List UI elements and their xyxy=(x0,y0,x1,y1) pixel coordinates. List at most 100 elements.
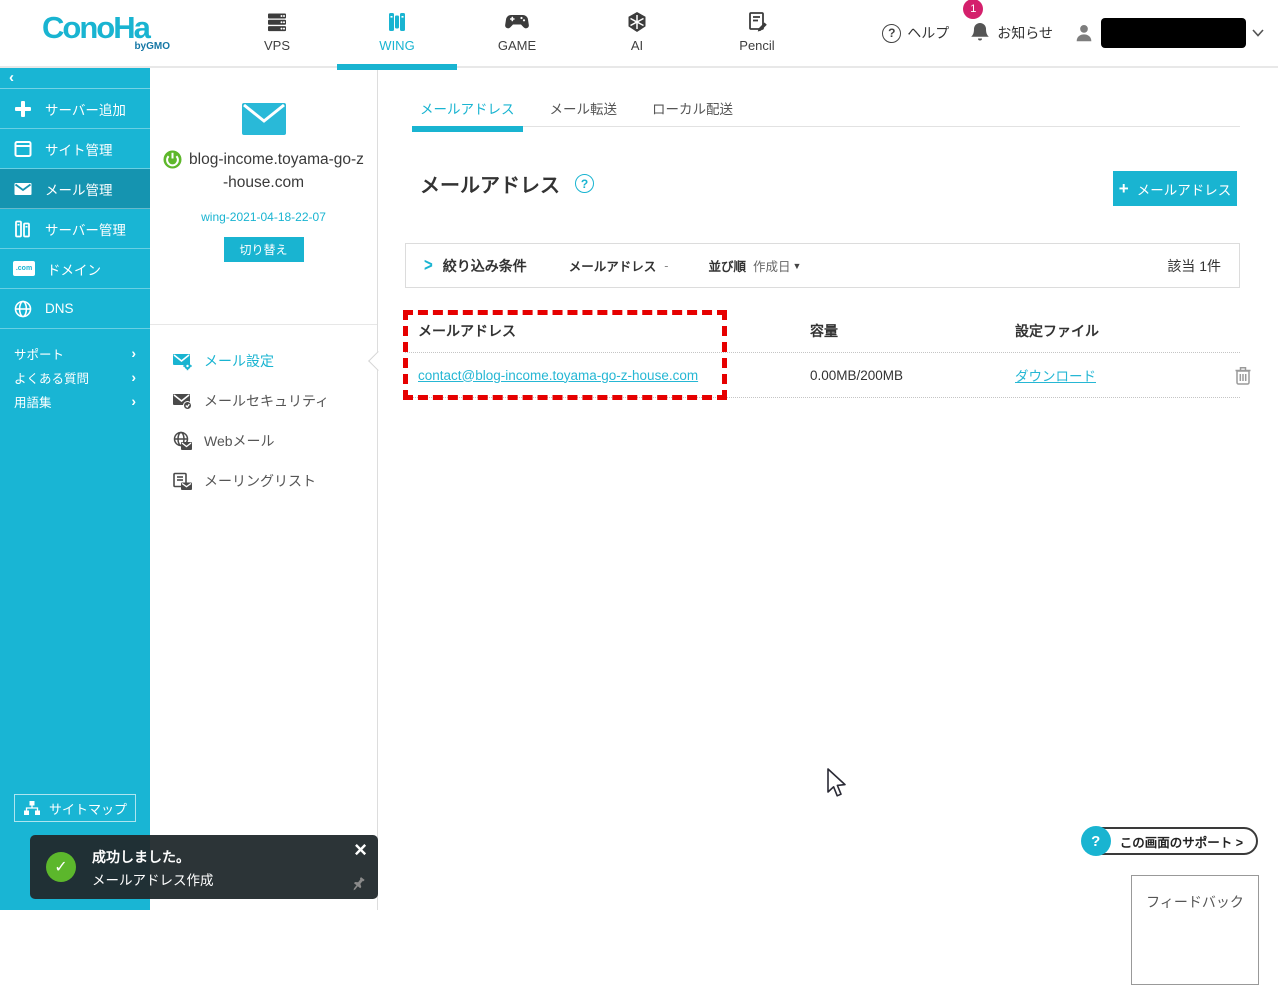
sidebar-item-domain[interactable]: .com ドメイン xyxy=(0,249,150,289)
sidebar-secondary-links: サポート › よくある質問 › 用語集 › xyxy=(0,341,150,413)
notifications-label: お知らせ xyxy=(997,25,1053,41)
nav-label: VPS xyxy=(263,38,290,53)
success-check-icon: ✓ xyxy=(46,852,76,882)
ai-icon xyxy=(577,9,697,35)
mail-address-table: メールアドレス 容量 設定ファイル contact@blog-income.to… xyxy=(405,310,1251,398)
logo-sub-text: byGMO xyxy=(134,41,170,52)
nav-item-ai[interactable]: AI xyxy=(577,0,697,68)
sidebar-item-label: サイト管理 xyxy=(45,142,113,158)
sidebar-link-label: 用語集 xyxy=(14,395,52,410)
submenu-item-webmail[interactable]: Webメール xyxy=(150,421,377,461)
mail-settings-icon xyxy=(173,354,192,371)
power-status-icon xyxy=(163,150,182,169)
webmail-icon xyxy=(173,431,192,450)
sort-value[interactable]: 作成日 xyxy=(753,256,791,275)
mail-address-link[interactable]: contact@blog-income.toyama-go-z-house.co… xyxy=(418,368,810,383)
col-header-quota: 容量 xyxy=(810,323,838,339)
sitemap-icon xyxy=(23,801,40,815)
help-button[interactable]: ? ヘルプ xyxy=(882,23,949,43)
page-title: メールアドレス xyxy=(420,175,560,197)
bell-icon xyxy=(971,23,990,41)
server-card: blog-income.toyama-go-z -house.com wing-… xyxy=(150,103,377,325)
filter-bar: > 絞り込み条件 メールアドレス - 並び順 作成日 ▼ 該当 1件 xyxy=(405,243,1240,288)
filter-expand-chevron-icon[interactable]: > xyxy=(424,255,433,276)
page-title-row: メールアドレス ? xyxy=(420,169,594,198)
trash-icon xyxy=(1235,366,1251,385)
sidebar-item-add-server[interactable]: サーバー追加 xyxy=(0,89,150,129)
nav-item-vps[interactable]: VPS xyxy=(217,0,337,68)
sidebar-link-label: よくある質問 xyxy=(14,371,90,386)
filter-field-label: メールアドレス xyxy=(568,260,657,274)
col-header-mail-address: メールアドレス xyxy=(418,323,516,339)
sidebar-item-label: ドメイン xyxy=(47,262,101,278)
sidebar-item-server-management[interactable]: サーバー管理 xyxy=(0,209,150,249)
sort-caret-icon[interactable]: ▼ xyxy=(792,261,801,271)
sidebar-link-support[interactable]: サポート › xyxy=(0,341,150,365)
screen-support-button[interactable]: ? この画面のサポート > xyxy=(1080,826,1258,856)
mailing-list-icon xyxy=(173,472,192,490)
server-panel: blog-income.toyama-go-z -house.com wing-… xyxy=(150,68,388,910)
submenu-item-label: メールセキュリティ xyxy=(204,393,330,409)
toast-title: 成功しました。 xyxy=(92,849,190,865)
sort-label: 並び順 xyxy=(708,260,746,274)
submenu-item-mail-security[interactable]: メールセキュリティ xyxy=(150,381,377,421)
title-help-icon[interactable]: ? xyxy=(575,174,594,193)
add-mail-address-button[interactable]: + メールアドレス xyxy=(1113,171,1237,206)
plus-icon xyxy=(15,100,31,117)
game-gamepad-icon xyxy=(457,9,577,35)
submenu-item-mailing-list[interactable]: メーリングリスト xyxy=(150,461,377,501)
chevron-right-icon: › xyxy=(131,345,136,361)
tab-mail-address[interactable]: メールアドレス xyxy=(412,100,523,132)
domain-icon-text: .com xyxy=(15,265,33,272)
nav-item-wing[interactable]: WING xyxy=(337,0,457,70)
collapse-chevron-icon: ‹ xyxy=(9,69,14,86)
filter-label[interactable]: 絞り込み条件 xyxy=(443,256,527,276)
app-header: ConoHa byGMO VPS WING GAME AI Pencil ? ヘ… xyxy=(0,0,1278,70)
mouse-cursor xyxy=(827,768,846,797)
delete-mail-address-button[interactable] xyxy=(1235,366,1255,385)
notification-badge: 1 xyxy=(963,0,984,19)
toast-pin-icon[interactable] xyxy=(351,876,366,892)
sidebar-item-label: サーバー追加 xyxy=(45,102,126,118)
domain-name: blog-income.toyama-go-z -house.com xyxy=(150,148,377,195)
plus-icon: + xyxy=(1118,178,1129,198)
filter-field-value[interactable]: - xyxy=(664,259,668,273)
server-management-icon xyxy=(15,220,30,237)
sidebar-link-label: サポート xyxy=(14,347,65,362)
sidebar-link-glossary[interactable]: 用語集 › xyxy=(0,389,150,413)
feedback-button[interactable]: フィードバック xyxy=(1131,875,1259,985)
tab-mail-forwarding[interactable]: メール転送 xyxy=(542,100,626,132)
main-content: メールアドレス メール転送 ローカル配送 メールアドレス ? + メールアドレス… xyxy=(378,68,1278,985)
mail-submenu: メール設定 メールセキュリティ Webメール メーリングリスト xyxy=(150,325,388,501)
tab-local-delivery[interactable]: ローカル配送 xyxy=(644,100,741,132)
switch-server-button[interactable]: 切り替え xyxy=(223,236,304,262)
col-header-config-file: 設定ファイル xyxy=(1015,323,1099,339)
notifications-button[interactable]: 1 お知らせ xyxy=(963,0,1053,45)
server-name: wing-2021-04-18-22-07 xyxy=(201,209,326,224)
user-icon xyxy=(1076,25,1092,42)
success-toast: ✓ 成功しました。 メールアドレス作成 × xyxy=(30,835,378,899)
config-download-link[interactable]: ダウンロード xyxy=(1015,365,1235,385)
table-header-row: メールアドレス 容量 設定ファイル xyxy=(405,310,1240,352)
mail-tabs: メールアドレス メール転送 ローカル配送 xyxy=(412,100,741,132)
help-label: ヘルプ xyxy=(907,25,950,41)
sidebar-collapse-toggle[interactable]: ‹ xyxy=(0,68,150,89)
conoha-logo[interactable]: ConoHa byGMO xyxy=(42,12,172,52)
sidebar-item-mail-management[interactable]: メール管理 xyxy=(0,169,150,209)
support-button-label: この画面のサポート > xyxy=(1119,835,1243,850)
account-menu[interactable] xyxy=(1073,18,1264,48)
globe-icon xyxy=(14,300,32,317)
sitemap-button[interactable]: サイトマップ xyxy=(14,794,136,822)
sidebar-item-dns[interactable]: DNS xyxy=(0,289,150,329)
submenu-item-mail-settings[interactable]: メール設定 xyxy=(150,341,388,381)
sidebar-item-site-management[interactable]: サイト管理 xyxy=(0,129,150,169)
pencil-document-icon xyxy=(697,9,817,35)
sidebar-link-faq[interactable]: よくある質問 › xyxy=(0,365,150,389)
table-row: contact@blog-income.toyama-go-z-house.co… xyxy=(405,352,1251,398)
nav-item-game[interactable]: GAME xyxy=(457,0,577,68)
chevron-right-icon: › xyxy=(131,369,136,385)
toast-close-icon[interactable]: × xyxy=(354,837,367,863)
quota-value: 0.00MB/200MB xyxy=(810,367,904,383)
primary-sidebar: ‹ サーバー追加 サイト管理 メール管理 サーバー管理 .com ドメイン DN… xyxy=(0,68,150,910)
nav-item-pencil[interactable]: Pencil xyxy=(697,0,817,68)
